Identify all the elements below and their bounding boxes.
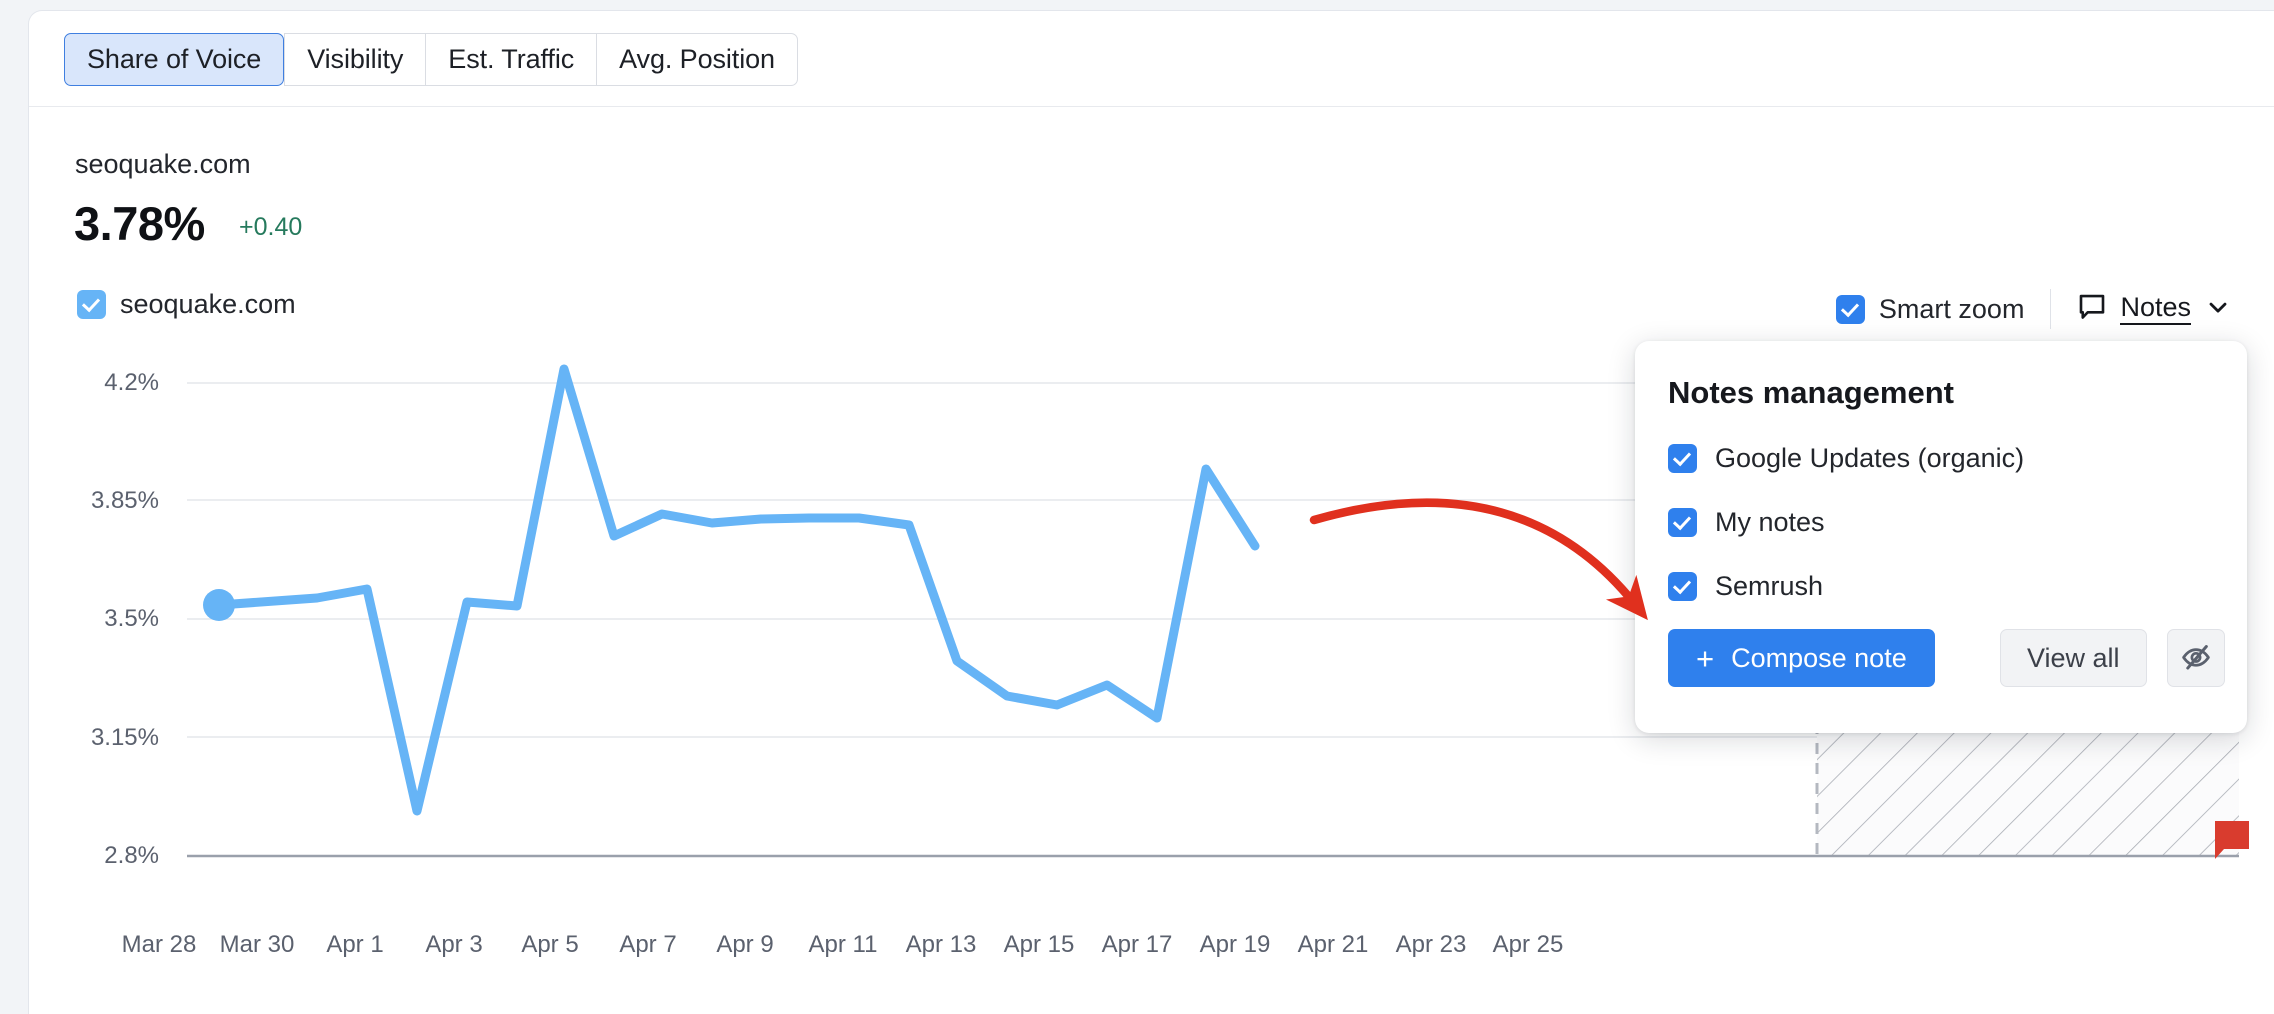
series-line-seoquake bbox=[214, 364, 1260, 816]
chart-right-controls: Smart zoom Notes bbox=[1835, 289, 2232, 329]
metric-tabs: Share of Voice Visibility Est. Traffic A… bbox=[64, 33, 798, 86]
tab-avg-position[interactable]: Avg. Position bbox=[596, 33, 798, 86]
semrush-checkbox[interactable] bbox=[1668, 572, 1697, 601]
screen-root: Share of Voice Visibility Est. Traffic A… bbox=[0, 0, 2274, 1014]
series-legend-label: seoquake.com bbox=[120, 289, 296, 319]
tab-visibility[interactable]: Visibility bbox=[284, 33, 426, 86]
ytick-3-5: 3.5% bbox=[104, 605, 159, 632]
summary-delta: +0.40 bbox=[239, 213, 303, 241]
ytick-2-8: 2.8% bbox=[104, 842, 159, 869]
tab-share-of-voice[interactable]: Share of Voice bbox=[64, 33, 285, 86]
notes-dropdown-button[interactable]: Notes bbox=[2077, 292, 2232, 327]
series-start-point bbox=[203, 589, 235, 621]
xtick-apr-25: Apr 25 bbox=[1492, 931, 1564, 958]
ytick-3-15: 3.15% bbox=[90, 724, 159, 751]
controls-divider bbox=[2050, 289, 2052, 329]
chart-controls-row: seoquake.com Smart zoom Notes bbox=[29, 289, 2274, 329]
notes-label: Notes bbox=[2120, 292, 2191, 325]
smart-zoom-toggle[interactable]: Smart zoom bbox=[1835, 293, 2025, 325]
view-all-button[interactable]: View all bbox=[2000, 629, 2147, 687]
notes-option-my-notes[interactable]: My notes bbox=[1668, 507, 1825, 538]
notes-popup-title: Notes management bbox=[1668, 375, 1954, 410]
notes-management-popup: Notes management Google Updates (organic… bbox=[1635, 341, 2247, 733]
summary-value: 3.78% bbox=[74, 197, 205, 250]
semrush-label: Semrush bbox=[1715, 571, 1824, 601]
series-checkbox[interactable] bbox=[77, 290, 106, 319]
summary-domain: seoquake.com bbox=[75, 149, 251, 179]
my-notes-checkbox[interactable] bbox=[1668, 508, 1697, 537]
plus-icon: + bbox=[1696, 640, 1715, 676]
compose-note-label: Compose note bbox=[1731, 642, 1907, 673]
hide-notes-button[interactable] bbox=[2167, 629, 2225, 687]
chart-card: Share of Voice Visibility Est. Traffic A… bbox=[28, 10, 2274, 1014]
smart-zoom-label: Smart zoom bbox=[1878, 293, 2025, 324]
compose-note-button[interactable]: + Compose note bbox=[1668, 629, 1935, 687]
notes-option-semrush[interactable]: Semrush bbox=[1668, 571, 1823, 602]
google-updates-checkbox[interactable] bbox=[1668, 444, 1697, 473]
tab-est-traffic[interactable]: Est. Traffic bbox=[425, 33, 597, 86]
google-updates-label: Google Updates (organic) bbox=[1715, 443, 2025, 473]
smart-zoom-checkbox[interactable] bbox=[1835, 294, 1865, 324]
my-notes-label: My notes bbox=[1715, 507, 1825, 537]
metric-tab-bar: Share of Voice Visibility Est. Traffic A… bbox=[29, 11, 2274, 107]
ytick-3-85: 3.85% bbox=[90, 487, 159, 514]
speech-bubble-icon bbox=[2077, 292, 2107, 327]
ytick-4-2: 4.2% bbox=[104, 369, 159, 396]
notes-option-google-updates[interactable]: Google Updates (organic) bbox=[1668, 443, 2024, 474]
chevron-down-icon bbox=[2204, 293, 2232, 326]
eye-off-icon bbox=[2179, 640, 2213, 677]
series-legend[interactable]: seoquake.com bbox=[77, 289, 296, 320]
